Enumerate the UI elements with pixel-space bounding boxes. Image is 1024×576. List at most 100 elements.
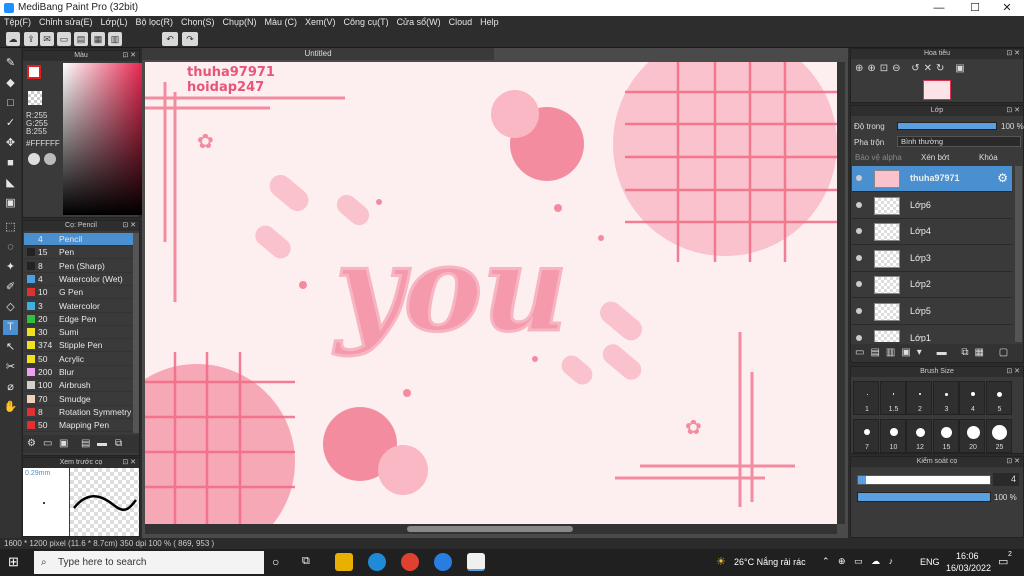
palette-icon[interactable] <box>28 153 40 165</box>
brush-size-value[interactable]: 4 <box>993 473 1019 486</box>
menu-view[interactable]: Xem(V) <box>301 16 340 28</box>
brush-add-icon[interactable]: ▭ <box>43 438 52 449</box>
bucket-tool-icon[interactable]: ◣ <box>3 176 18 191</box>
windows-start-icon[interactable]: ⊞ <box>8 555 22 569</box>
text-tool-icon[interactable]: T <box>3 320 18 335</box>
protect-alpha-checkbox[interactable]: Bảo vệ alpha <box>855 153 902 162</box>
brush-size-cell[interactable]: 7 <box>853 419 879 453</box>
cloud-icon[interactable]: ☁ <box>6 32 20 46</box>
visibility-icon[interactable] <box>856 308 862 314</box>
visibility-icon[interactable] <box>856 281 862 288</box>
layer-row[interactable]: Lớp2 <box>852 272 1012 299</box>
brush-item[interactable]: 50 Mapping Pen <box>24 419 134 433</box>
panel-close-icon[interactable]: ⊡ ✕ <box>1006 367 1020 377</box>
language-indicator[interactable]: ENG <box>920 557 940 567</box>
fill-rect-tool-icon[interactable]: ■ <box>3 156 18 171</box>
close-button[interactable]: ✕ <box>990 0 1024 16</box>
file-explorer-icon[interactable] <box>335 553 353 571</box>
brush-size-cell[interactable]: 4 <box>959 381 985 415</box>
brush-size-cell[interactable]: 1 <box>853 381 879 415</box>
brush-size-slider[interactable] <box>857 475 991 485</box>
blend-mode-select[interactable]: Bình thường <box>897 136 1021 147</box>
shape-tool-icon[interactable]: □ <box>3 96 18 111</box>
brush-item[interactable]: 10 G Pen <box>24 286 134 300</box>
select-eraser-tool-icon[interactable]: ◇ <box>3 300 18 315</box>
layer-row[interactable]: Lớp6 <box>852 193 1012 219</box>
brush-size-cell[interactable]: 20 <box>959 419 985 453</box>
visibility-icon[interactable] <box>856 254 862 261</box>
brush-size-cell[interactable]: 5 <box>985 381 1012 415</box>
transparent-swatch[interactable] <box>28 91 42 105</box>
layer-row[interactable]: Lớp4 <box>852 219 1012 246</box>
brush-list-scrollbar[interactable] <box>133 233 139 433</box>
brush-item[interactable]: 30 Sumi <box>24 326 134 340</box>
zalo-icon[interactable] <box>434 553 452 571</box>
select-pen-tool-icon[interactable]: ✐ <box>3 280 18 295</box>
redo-icon[interactable]: ↷ <box>182 32 198 46</box>
brush-size-cell[interactable]: 25 <box>985 419 1012 453</box>
menu-select[interactable]: Chọn(S) <box>177 16 219 28</box>
brush-item[interactable]: 8 Pen (Sharp) <box>24 260 134 273</box>
panel-close-icon[interactable]: ⊡ ✕ <box>1006 457 1020 467</box>
brush-item[interactable]: 70 Smudge <box>24 393 134 406</box>
visibility-icon[interactable] <box>856 201 862 208</box>
horizontal-scroll-thumb[interactable] <box>407 526 573 532</box>
page-icon[interactable]: ▤ <box>74 32 88 46</box>
navigator-thumbnail[interactable] <box>923 80 951 100</box>
chrome-icon[interactable] <box>401 553 419 571</box>
comment-icon[interactable]: ▭ <box>57 32 71 46</box>
saturation-value-picker[interactable] <box>63 63 145 215</box>
operation-tool-icon[interactable]: ↖ <box>3 340 18 355</box>
visibility-icon[interactable] <box>856 334 862 341</box>
weather-text[interactable]: 26°C Nắng rải rác <box>734 557 806 567</box>
brush-size-cell[interactable]: 12 <box>906 419 932 453</box>
lock-checkbox[interactable]: Khóa <box>979 153 998 162</box>
brush-size-cell[interactable]: 15 <box>932 419 959 453</box>
clock-time[interactable]: 16:06 <box>956 551 979 561</box>
navigator-controls[interactable]: ⊕⊕⊡⊖ ↺✕↻ ▣ <box>855 63 1015 77</box>
cortana-icon[interactable]: ○ <box>272 555 279 569</box>
brush-opacity-slider[interactable] <box>857 492 991 502</box>
pages-icon[interactable]: ▦ <box>91 32 105 46</box>
clipping-checkbox[interactable]: Xén bớt <box>921 153 949 162</box>
brush-item[interactable]: 100 Airbrush <box>24 379 134 393</box>
menu-cloud[interactable]: Cloud <box>445 16 477 28</box>
maximize-button[interactable]: ☐ <box>958 0 992 16</box>
brush-item[interactable]: 4 Pencil <box>24 233 134 246</box>
magic-wand-tool-icon[interactable]: ✦ <box>3 260 18 275</box>
eyedropper-icon[interactable] <box>44 153 56 165</box>
system-tray-icons[interactable]: ⌃ ⊕ ▭ ☁ ♪ <box>822 556 896 567</box>
document-tab[interactable]: Untitled <box>142 48 494 60</box>
chat-icon[interactable]: ✉ <box>40 32 54 46</box>
panel-close-icon[interactable]: ⊡ ✕ <box>122 51 136 61</box>
minimize-button[interactable]: — <box>922 0 956 16</box>
panel-close-icon[interactable]: ⊡ ✕ <box>122 221 136 231</box>
menu-filter[interactable]: Bộ lọc(R) <box>131 16 177 28</box>
brush-folder-icon[interactable]: ▬ <box>97 438 107 449</box>
brush-size-cell[interactable]: 2 <box>906 381 932 415</box>
brush-size-cell[interactable]: 1.5 <box>879 381 906 415</box>
menu-snap[interactable]: Chụp(N) <box>219 16 261 28</box>
eraser-tool-icon[interactable]: ◆ <box>3 76 18 91</box>
layer-row[interactable]: thuha97971 ⚙ <box>852 166 1012 192</box>
clock-date[interactable]: 16/03/2022 <box>946 563 991 573</box>
foreground-color-swatch[interactable] <box>27 65 41 79</box>
panel-close-icon[interactable]: ⊡ ✕ <box>122 458 136 468</box>
edge-icon[interactable] <box>368 553 386 571</box>
brush-menu-icon[interactable]: ▣ <box>59 438 68 449</box>
menu-file[interactable]: Tệp(F) <box>0 16 35 28</box>
visibility-icon[interactable] <box>856 228 862 235</box>
brush-tool-icon[interactable]: ✎ <box>3 56 18 71</box>
grid-icon[interactable]: ▥ <box>108 32 122 46</box>
task-view-icon[interactable]: ⧉ <box>302 555 310 568</box>
gradient-tool-icon[interactable]: ▣ <box>3 196 18 211</box>
panel-close-icon[interactable]: ⊡ ✕ <box>1006 106 1020 116</box>
canvas-vertical-scrollbar[interactable] <box>837 62 845 524</box>
menu-window[interactable]: Cửa sổ(W) <box>393 16 445 28</box>
layer-toolbar[interactable]: ▭▤▥▣▾ ▬ ⧉▦ ▢ <box>851 344 1023 362</box>
add-brush-icon[interactable]: ⚙ <box>27 438 36 449</box>
brush-item[interactable]: 200 Blur <box>24 366 134 379</box>
brush-copy-icon[interactable]: ▤ <box>81 438 90 449</box>
undo-icon[interactable]: ↶ <box>162 32 178 46</box>
brush-item[interactable]: 3 Watercolor <box>24 300 134 313</box>
